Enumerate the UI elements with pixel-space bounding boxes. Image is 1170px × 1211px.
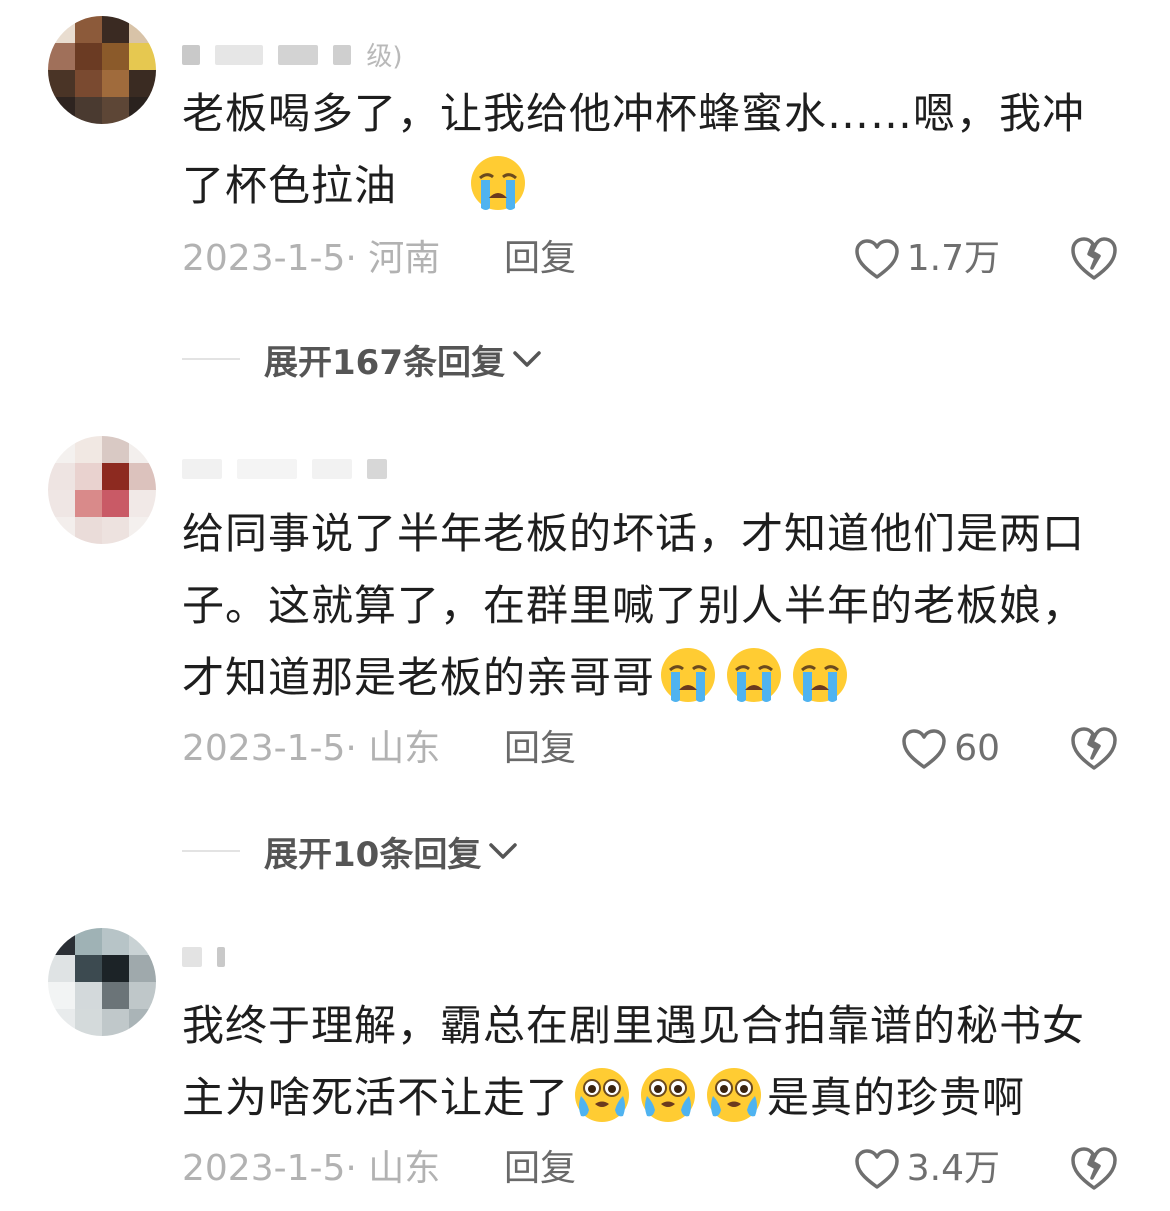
comment-text-line: 才知道那是老板的亲哥哥 — [182, 642, 1122, 714]
loudly-crying-face-emoji — [659, 646, 717, 704]
teary-face-emoji — [573, 1066, 631, 1124]
expand-replies-label: 展开10条回复 — [264, 834, 482, 875]
comment-text-line: 老板喝多了，让我给他冲杯蜂蜜水……嗯，我冲 — [182, 89, 1086, 138]
heart-outline-icon — [902, 729, 946, 769]
username[interactable]: 级) — [182, 36, 403, 72]
expand-replies-button[interactable]: 展开10条回复 — [182, 826, 519, 876]
comment-text-line: 给同事说了半年老板的坏话，才知道他们是两口 — [182, 509, 1086, 558]
chevron-down-icon — [513, 351, 541, 367]
broken-heart-icon — [1071, 237, 1117, 280]
like-button[interactable]: 60 — [900, 724, 1000, 774]
comment-date: 2023-1-5 — [182, 1148, 346, 1189]
avatar[interactable] — [48, 928, 156, 1036]
loudly-crying-face-emoji — [791, 646, 849, 704]
comment-meta: 2023-1-5· 山东 回复 — [182, 724, 576, 774]
comment-date: 2023-1-5 — [182, 238, 346, 279]
divider-line — [182, 358, 240, 360]
expand-replies-button[interactable]: 展开167条回复 — [182, 334, 543, 384]
loudly-crying-face-emoji — [469, 154, 527, 212]
chevron-down-icon — [489, 843, 518, 859]
broken-heart-icon — [1071, 1147, 1117, 1190]
comment-location: 山东 — [368, 728, 441, 769]
comment-text-line: 我终于理解，霸总在剧里遇见合拍靠谱的秘书女 — [182, 1001, 1086, 1050]
expand-replies-label: 展开167条回复 — [264, 342, 505, 383]
reply-button[interactable]: 回复 — [504, 1144, 576, 1194]
teary-face-emoji — [705, 1066, 763, 1124]
comment-text-segment: 主为啥死活不让走了 — [182, 1073, 570, 1122]
reply-button[interactable]: 回复 — [504, 234, 576, 284]
loudly-crying-face-emoji — [725, 646, 783, 704]
comment-text-segment: 是真的珍贵啊 — [767, 1073, 1026, 1122]
reply-button[interactable]: 回复 — [504, 724, 576, 774]
comment-text-segment: 才知道那是老板的亲哥哥 — [182, 653, 656, 702]
like-button[interactable]: 1.7万 — [853, 234, 1000, 284]
teary-face-emoji — [639, 1066, 697, 1124]
comment-text: 老板喝多了，让我给他冲杯蜂蜜水……嗯，我冲 了杯色拉油 — [182, 78, 1122, 222]
comment-text-line: 主为啥死活不让走了 是真的珍贵啊 — [182, 1062, 1122, 1134]
comment-text: 我终于理解，霸总在剧里遇见合拍靠谱的秘书女 主为啥死活不让走了 是真的珍贵啊 — [182, 990, 1122, 1134]
heart-outline-icon — [854, 239, 899, 279]
like-button[interactable]: 3.4万 — [853, 1144, 1000, 1194]
like-count: 1.7万 — [906, 238, 1000, 279]
comment-date: 2023-1-5 — [182, 728, 346, 769]
avatar[interactable] — [48, 16, 156, 124]
comment-text-line: 子。这就算了，在群里喊了别人半年的老板娘， — [182, 581, 1086, 630]
dislike-button[interactable] — [1068, 724, 1120, 774]
heart-outline-icon — [854, 1149, 899, 1189]
comment-location: 河南 — [368, 238, 441, 279]
username[interactable] — [182, 946, 235, 970]
broken-heart-icon — [1071, 727, 1117, 770]
comment-text-line: 了杯色拉油 — [182, 150, 1122, 222]
username[interactable] — [182, 458, 397, 482]
avatar[interactable] — [48, 436, 156, 544]
like-count: 3.4万 — [906, 1148, 1000, 1189]
divider-line — [182, 850, 240, 852]
comment-text: 给同事说了半年老板的坏话，才知道他们是两口 子。这就算了，在群里喊了别人半年的老… — [182, 498, 1122, 714]
comment-meta: 2023-1-5· 山东 回复 — [182, 1144, 576, 1194]
dislike-button[interactable] — [1068, 234, 1120, 284]
username-fragment: 级) — [366, 42, 403, 72]
comment-text-segment: 了杯色拉油 — [182, 161, 398, 210]
dislike-button[interactable] — [1068, 1144, 1120, 1194]
comment-meta: 2023-1-5· 河南 回复 — [182, 234, 576, 284]
like-count: 60 — [954, 728, 1000, 769]
comment-location: 山东 — [368, 1148, 441, 1189]
